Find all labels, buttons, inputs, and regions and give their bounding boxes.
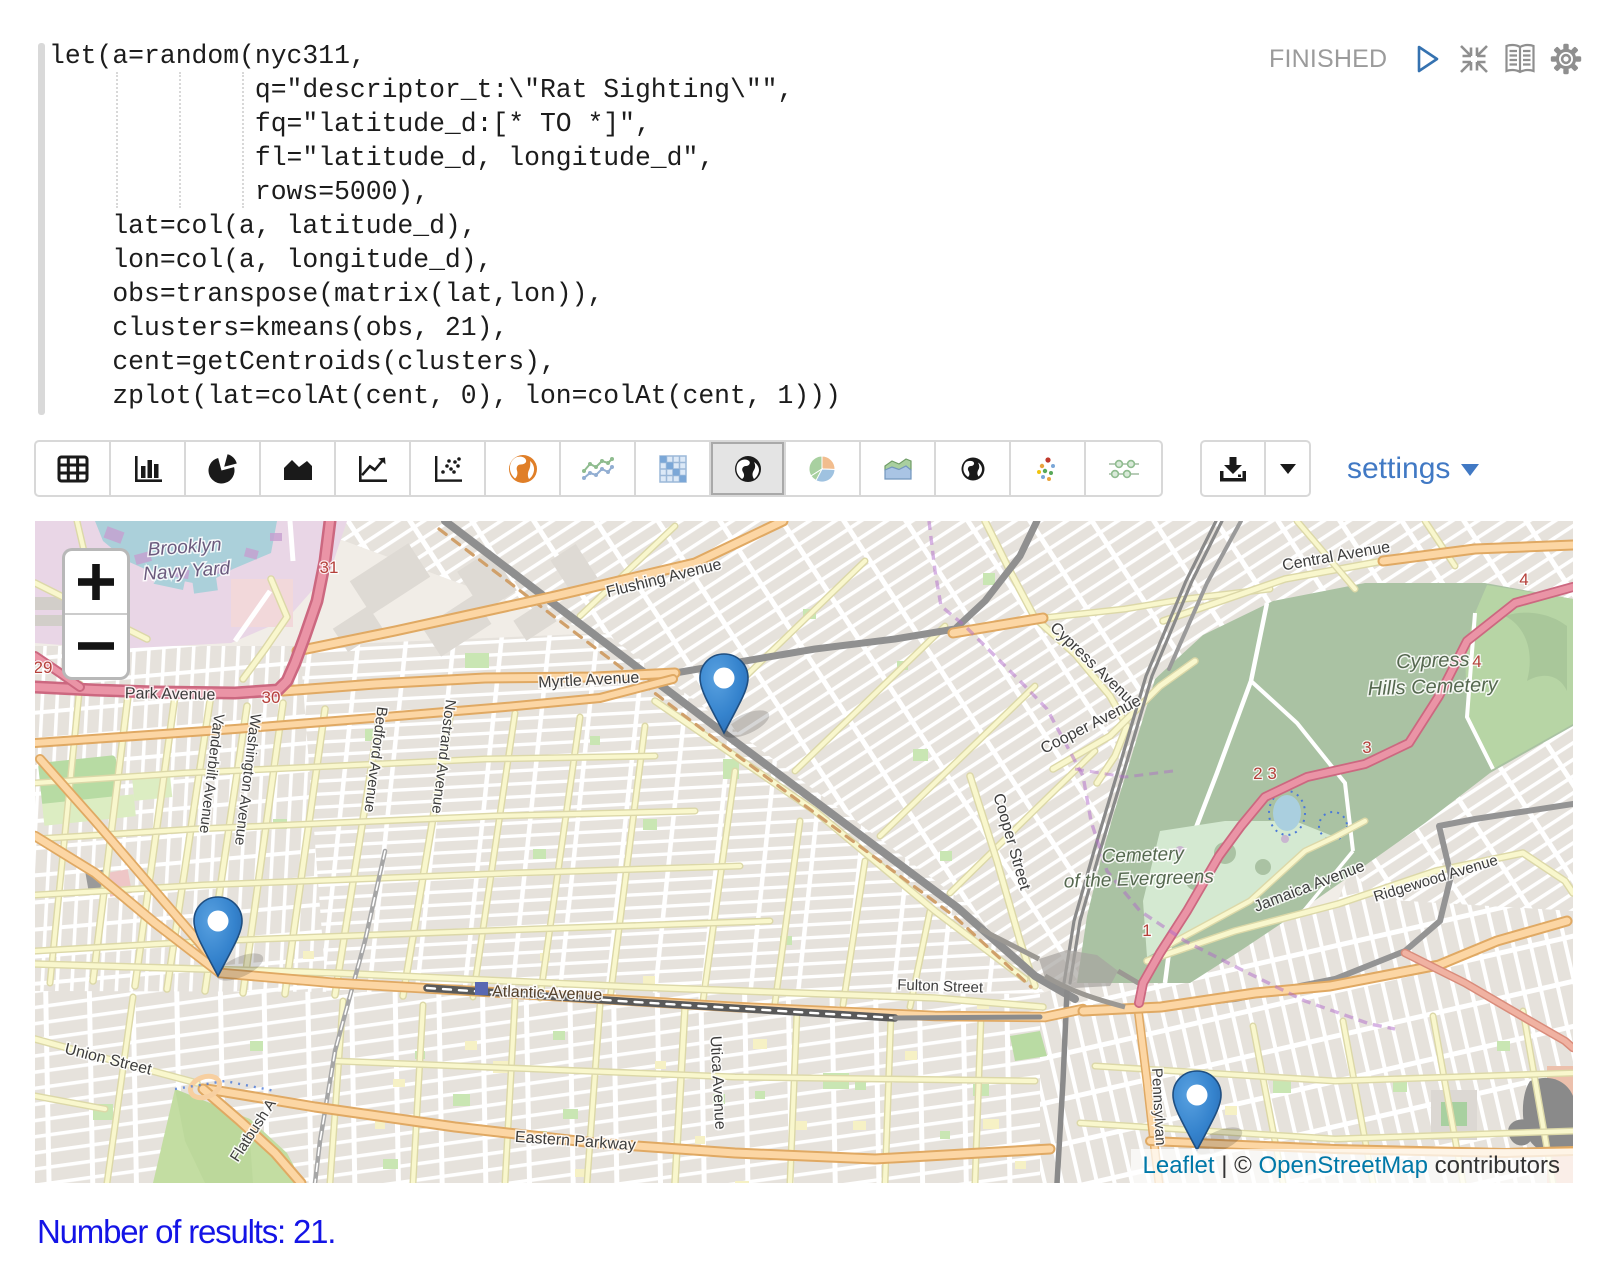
svg-text:31: 31 bbox=[320, 558, 339, 577]
svg-text:Cemetery: Cemetery bbox=[1101, 844, 1186, 868]
svg-text:Fulton Street: Fulton Street bbox=[897, 977, 984, 997]
svg-text:4: 4 bbox=[1519, 570, 1528, 589]
svg-text:30: 30 bbox=[262, 688, 281, 707]
svg-text:1: 1 bbox=[1142, 921, 1151, 940]
svg-text:Cypress: Cypress bbox=[1396, 649, 1470, 674]
svg-text:Hills Cemetery: Hills Cemetery bbox=[1367, 674, 1499, 701]
svg-text:Park Avenue: Park Avenue bbox=[125, 685, 216, 704]
svg-text:2 3: 2 3 bbox=[1253, 764, 1277, 783]
svg-text:4: 4 bbox=[1472, 652, 1481, 671]
svg-text:29: 29 bbox=[35, 658, 52, 677]
svg-text:3: 3 bbox=[1362, 738, 1371, 757]
